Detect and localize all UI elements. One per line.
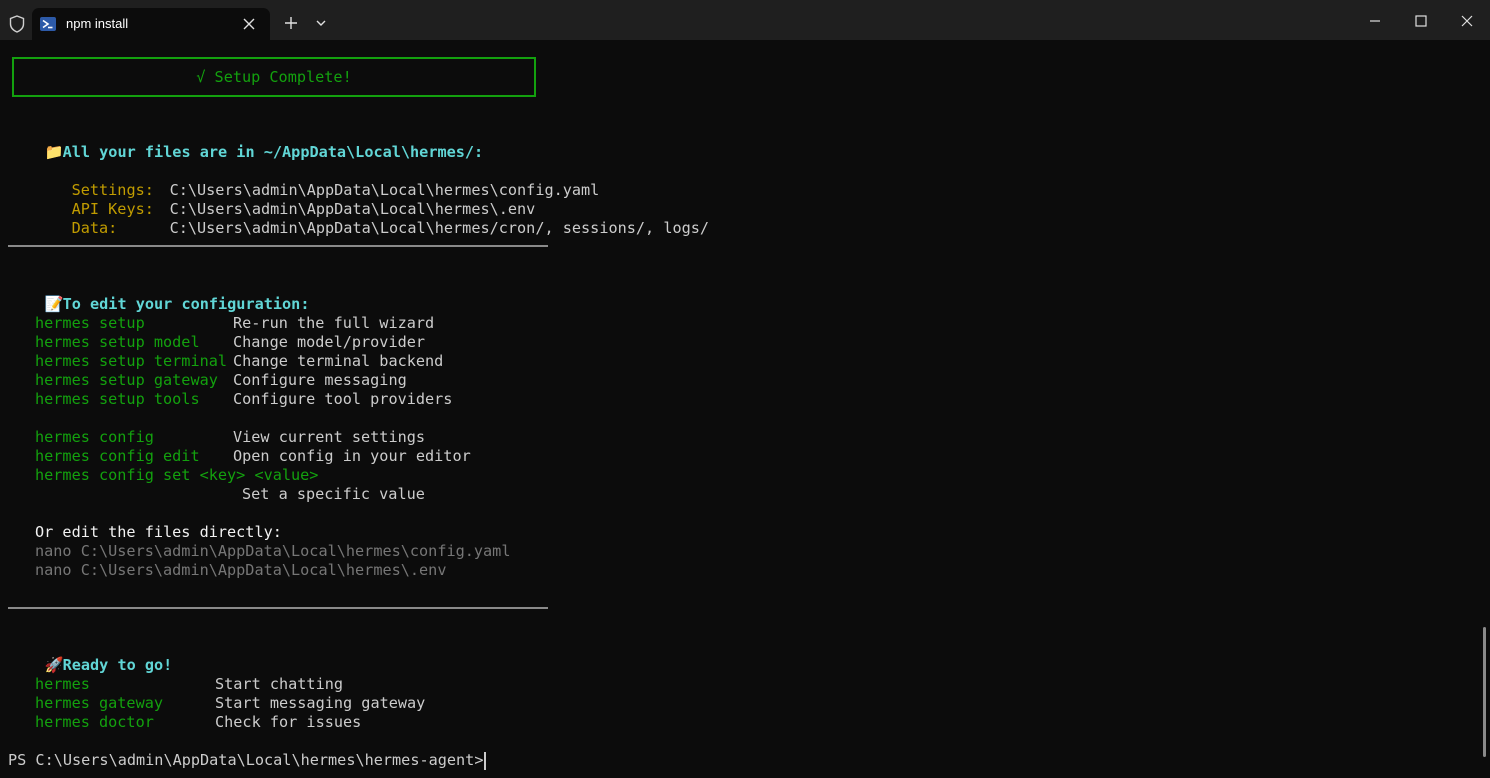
ready-heading: Ready to go!: [62, 656, 173, 674]
direct-edit-line: nano C:\Users\admin\AppData\Local\hermes…: [35, 561, 447, 579]
command-description: Change model/provider: [233, 333, 426, 351]
divider: [8, 607, 548, 609]
command-description: Set a specific value: [242, 485, 425, 503]
edit-heading-line: 📝To edit your configuration:: [8, 276, 310, 313]
command-description: Re-run the full wizard: [233, 314, 435, 332]
file-path: C:\Users\admin\AppData\Local\hermes\conf…: [169, 181, 600, 199]
command-description: Open config in your editor: [233, 447, 471, 465]
direct-edit-heading: Or edit the files directly:: [35, 523, 282, 541]
command-name: hermes: [35, 675, 90, 693]
file-row: Data:: [35, 200, 118, 237]
command-description: Check for issues: [215, 713, 362, 731]
command-description: Start chatting: [215, 675, 344, 693]
title-bar: npm install: [0, 0, 1490, 40]
command-description: View current settings: [233, 428, 426, 446]
chevron-down-icon[interactable]: [315, 19, 327, 27]
command-description: Configure messaging: [233, 371, 407, 389]
command-description: Configure tool providers: [233, 390, 453, 408]
terminal-output[interactable]: √ Setup Complete! 📁All your files are in…: [8, 47, 1478, 773]
command-name: hermes config edit: [35, 447, 200, 465]
command-name: hermes doctor: [35, 713, 154, 731]
maximize-icon[interactable]: [1412, 12, 1430, 30]
text-cursor: [484, 752, 486, 770]
file-path: C:\Users\admin\AppData\Local\hermes\.env: [169, 200, 536, 218]
shield-icon[interactable]: [9, 15, 25, 33]
tab-title: npm install: [66, 16, 129, 31]
minimize-icon[interactable]: [1366, 12, 1384, 30]
command-name: hermes setup terminal: [35, 352, 228, 370]
command-name: hermes gateway: [35, 694, 164, 712]
file-label: Data:: [71, 219, 118, 237]
command-name: hermes setup model: [35, 333, 200, 351]
divider: [8, 245, 548, 247]
banner-text: √ Setup Complete!: [196, 68, 352, 86]
tab-npm-install[interactable]: npm install: [32, 8, 270, 40]
ready-heading-line: 🚀Ready to go!: [8, 637, 173, 674]
folder-icon: 📁: [44, 143, 64, 161]
shell-prompt[interactable]: PS C:\Users\admin\AppData\Local\hermes\h…: [8, 751, 493, 770]
memo-icon: 📝: [44, 295, 64, 313]
command-name: hermes setup: [35, 314, 145, 332]
command-description: Change terminal backend: [233, 352, 444, 370]
file-path: C:\Users\admin\AppData\Local\hermes/cron…: [169, 219, 710, 237]
close-icon[interactable]: [242, 17, 256, 31]
command-name: hermes setup tools: [35, 390, 200, 408]
close-window-icon[interactable]: [1458, 12, 1476, 30]
setup-complete-banner: √ Setup Complete!: [12, 57, 536, 97]
direct-edit-line: nano C:\Users\admin\AppData\Local\hermes…: [35, 542, 511, 560]
command-name: hermes setup gateway: [35, 371, 218, 389]
command-name: hermes config set <key> <value>: [35, 466, 319, 484]
command-name: hermes config: [35, 428, 154, 446]
rocket-icon: 🚀: [44, 656, 64, 674]
scrollbar[interactable]: [1483, 627, 1486, 757]
powershell-icon: [40, 17, 56, 31]
files-heading-line: 📁All your files are in ~/AppData\Local\h…: [8, 124, 484, 161]
files-heading: All your files are in ~/AppData\Local\he…: [62, 143, 484, 161]
plus-icon[interactable]: [284, 16, 298, 30]
command-description: Start messaging gateway: [215, 694, 426, 712]
edit-heading: To edit your configuration:: [62, 295, 310, 313]
